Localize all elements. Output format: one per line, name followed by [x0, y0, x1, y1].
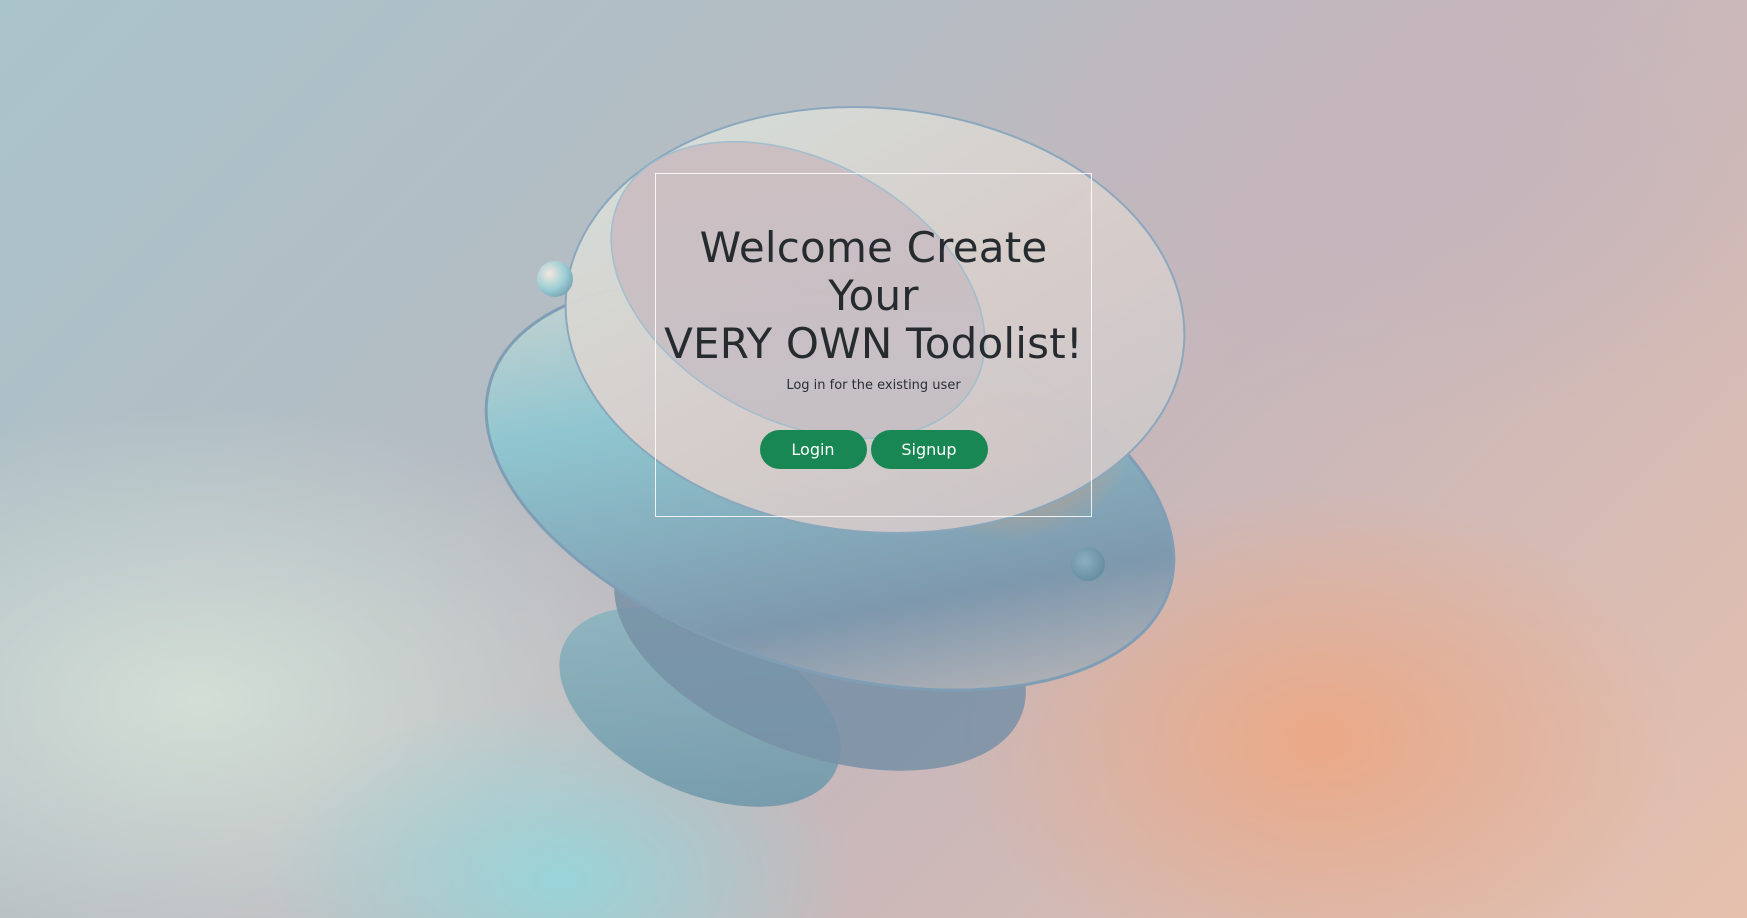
page-title: Welcome Create Your VERY OWN Todolist! — [656, 224, 1091, 368]
title-line-1: Welcome Create Your — [699, 223, 1048, 320]
login-button[interactable]: Login — [759, 430, 867, 469]
welcome-card: Welcome Create Your VERY OWN Todolist! L… — [655, 173, 1092, 517]
signup-button[interactable]: Signup — [870, 430, 988, 469]
page-subtitle: Log in for the existing user — [786, 378, 961, 393]
title-line-2: VERY OWN Todolist! — [664, 319, 1083, 368]
auth-button-group: Login Signup — [656, 430, 1091, 469]
